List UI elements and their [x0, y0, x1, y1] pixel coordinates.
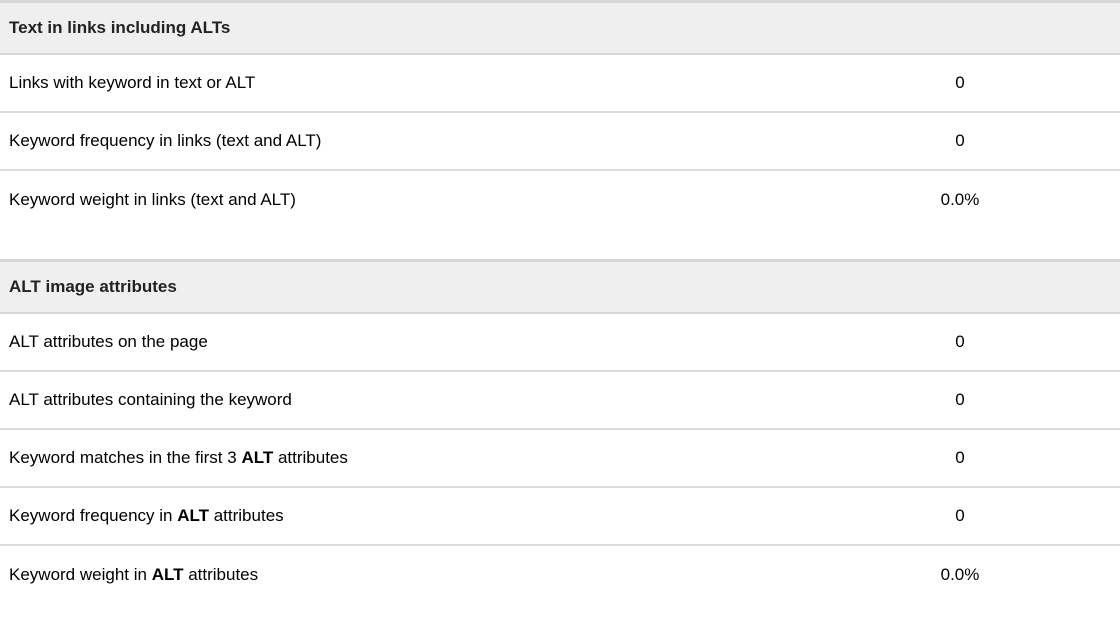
row-value: 0.0%: [940, 565, 980, 584]
row-value: 0: [955, 448, 965, 467]
row-value: 0: [955, 332, 965, 351]
table-row: Keyword weight in links (text and ALT) 0…: [0, 171, 1120, 229]
row-label-text: Keyword matches in the first 3: [9, 448, 242, 467]
row-value: 0.0%: [940, 190, 980, 209]
table-row: Keyword matches in the first 3 ALT attri…: [0, 430, 1120, 488]
row-label-text: Keyword frequency in: [9, 506, 178, 525]
row-label-emphasis: ALT: [151, 565, 184, 584]
section-header: ALT image attributes: [0, 259, 1120, 314]
row-label-text: attributes: [183, 565, 259, 584]
table-row: Links with keyword in text or ALT 0: [0, 55, 1120, 113]
row-label-text: Keyword weight in: [9, 565, 152, 584]
row-label-text: attributes: [209, 506, 284, 525]
alt-section: ALT image attributes ALT attributes on t…: [0, 259, 1120, 604]
section-title: ALT image attributes: [9, 277, 177, 296]
row-value: 0: [955, 506, 965, 525]
row-label-emphasis: ALT: [177, 506, 209, 525]
row-value: 0: [955, 390, 965, 409]
table-row: Keyword frequency in links (text and ALT…: [0, 113, 1120, 171]
table-row: Keyword weight in ALT attributes 0.0%: [0, 546, 1120, 604]
row-value: 0: [955, 73, 965, 92]
row-value: 0: [955, 131, 965, 150]
row-label-text: attributes: [273, 448, 348, 467]
row-label-emphasis: ALT: [241, 448, 274, 467]
table-row: ALT attributes containing the keyword 0: [0, 372, 1120, 430]
table-row: Keyword frequency in ALT attributes 0: [0, 488, 1120, 546]
section-title: Text in links including ALTs: [9, 18, 231, 37]
section-header: Text in links including ALTs: [0, 0, 1120, 55]
table-row: ALT attributes on the page 0: [0, 314, 1120, 372]
links-section: Text in links including ALTs Links with …: [0, 0, 1120, 229]
